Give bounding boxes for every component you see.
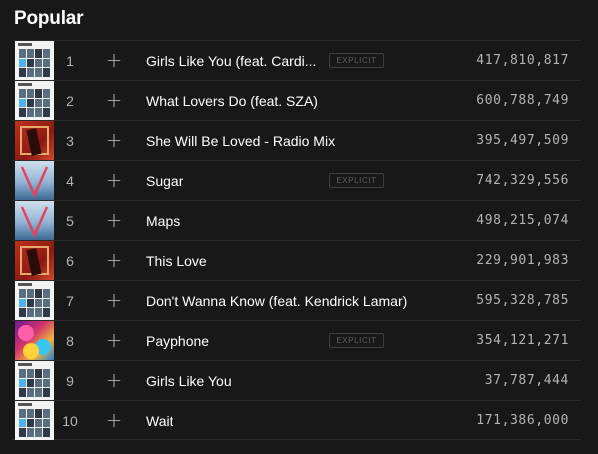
album-art [15,281,54,320]
play-count: 595,328,785 [476,293,569,308]
track-number: 6 [66,253,74,269]
track-row[interactable]: 6 + This Love 229,901,983 [12,240,581,280]
play-count: 37,787,444 [484,373,569,388]
plus-icon[interactable]: + [104,410,124,430]
album-art [15,41,54,80]
track-row[interactable]: 2 + What Lovers Do (feat. SZA) 600,788,749 [12,80,581,120]
explicit-badge: EXPLICIT [329,333,384,348]
album-art [15,241,54,280]
plus-icon[interactable]: + [104,290,124,310]
track-number: 10 [62,413,78,429]
album-art [15,161,54,200]
album-art [15,121,54,160]
track-row[interactable]: 1 + Girls Like You (feat. Cardi... EXPLICIT… [12,40,581,80]
album-art [15,361,54,400]
track-name[interactable]: Maps [146,213,180,229]
track-row[interactable]: 10 + Wait 171,386,000 [12,400,581,440]
track-number: 9 [66,373,74,389]
plus-icon[interactable]: + [104,250,124,270]
play-count: 742,329,556 [476,173,569,188]
track-name[interactable]: What Lovers Do (feat. SZA) [146,93,318,109]
track-number: 3 [66,133,74,149]
track-row[interactable]: 5 + Maps 498,215,074 [12,200,581,240]
album-art [15,81,54,120]
album-art [15,401,54,440]
track-row[interactable]: 4 + Sugar EXPLICIT 742,329,556 [12,160,581,200]
track-name[interactable]: Girls Like You [146,373,232,389]
album-art [15,201,54,240]
track-row[interactable]: 7 + Don't Wanna Know (feat. Kendrick Lamar… [12,280,581,320]
play-count: 600,788,749 [476,93,569,108]
track-name[interactable]: Sugar [146,173,183,189]
play-count: 498,215,074 [476,213,569,228]
track-number: 5 [66,213,74,229]
plus-icon[interactable]: + [104,50,124,70]
plus-icon[interactable]: + [104,130,124,150]
plus-icon[interactable]: + [104,330,124,350]
play-count: 354,121,271 [476,333,569,348]
track-number: 8 [66,333,74,349]
play-count: 229,901,983 [476,253,569,268]
track-name[interactable]: Payphone [146,333,209,349]
plus-icon[interactable]: + [104,370,124,390]
plus-icon[interactable]: + [104,210,124,230]
play-count: 395,497,509 [476,133,569,148]
play-count: 171,386,000 [476,413,569,428]
track-name[interactable]: Wait [146,413,173,429]
popular-tracks-list: 1 + Girls Like You (feat. Cardi... EXPLICIT… [12,40,581,440]
plus-icon[interactable]: + [104,170,124,190]
track-row[interactable]: 9 + Girls Like You 37,787,444 [12,360,581,400]
track-row[interactable]: 8 + Payphone EXPLICIT 354,121,271 [12,320,581,360]
track-name[interactable]: Don't Wanna Know (feat. Kendrick Lamar) [146,293,407,309]
track-name[interactable]: Girls Like You (feat. Cardi... [146,53,316,69]
explicit-badge: EXPLICIT [329,53,384,68]
section-title: Popular [14,8,84,29]
track-number: 7 [66,293,74,309]
track-name[interactable]: This Love [146,253,207,269]
track-number: 4 [66,173,74,189]
track-number: 1 [66,53,74,69]
track-number: 2 [66,93,74,109]
track-name[interactable]: She Will Be Loved - Radio Mix [146,133,335,149]
play-count: 417,810,817 [476,53,569,68]
explicit-badge: EXPLICIT [329,173,384,188]
plus-icon[interactable]: + [104,90,124,110]
track-row[interactable]: 3 + She Will Be Loved - Radio Mix 395,497,5… [12,120,581,160]
album-art [15,321,54,360]
